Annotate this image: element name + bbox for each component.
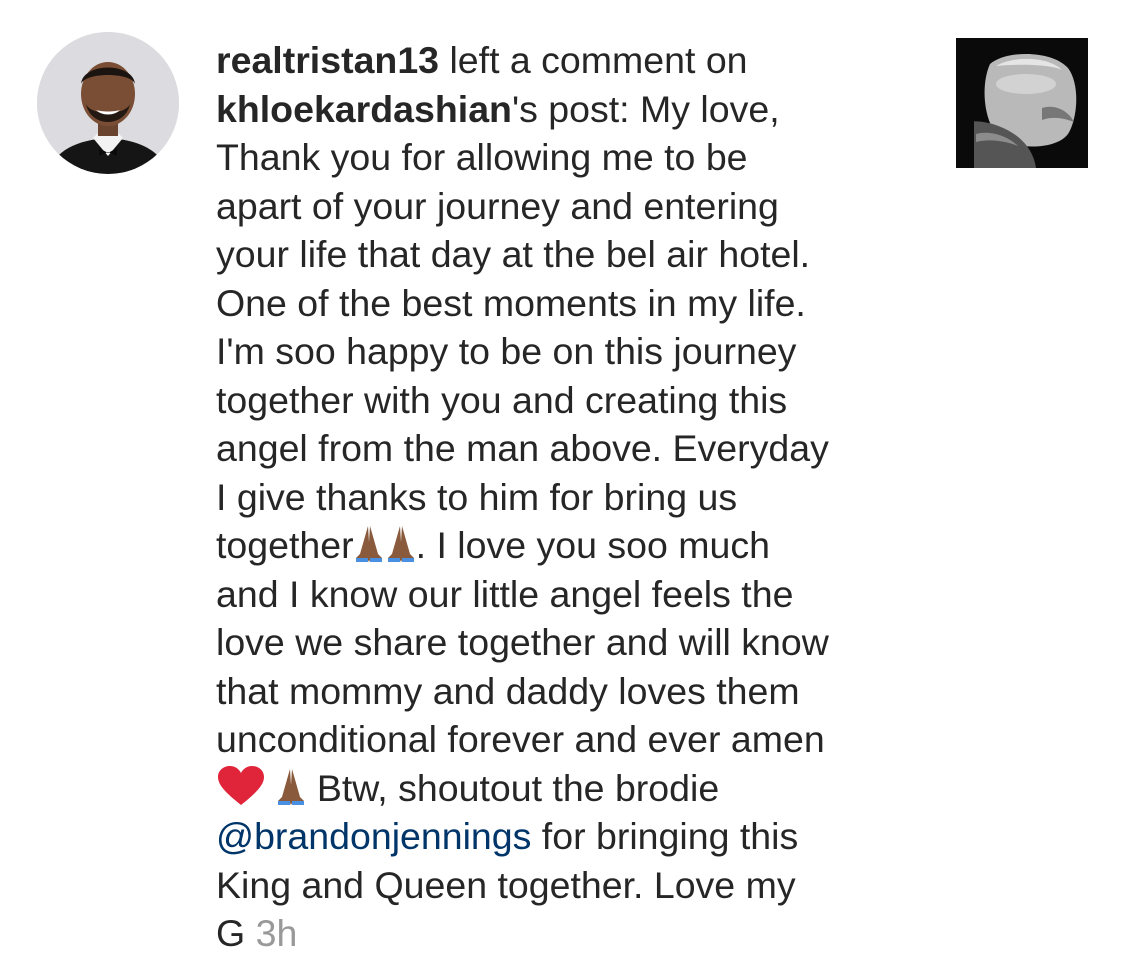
comment-line: One of the best moments in my life.	[216, 281, 806, 324]
comment-fragment: G	[216, 912, 246, 954]
comment-line: love we share together and will know	[216, 621, 829, 663]
folded-hands-icon	[276, 767, 306, 819]
comment-line: your life that day at the bel air hotel.	[216, 233, 811, 275]
red-heart-icon	[216, 765, 266, 819]
comment-text: realtristan13 left a comment on khloekar…	[216, 36, 928, 958]
comment-line: I give thanks to him for bring us	[216, 475, 738, 518]
mention-link[interactable]: @brandonjennings	[216, 815, 531, 857]
target-suffix: 's post: My love,	[511, 87, 780, 130]
comment-line: Thank you for allowing me to be	[216, 136, 748, 178]
action-text: left a comment on	[439, 39, 748, 81]
comment-line: King and Queen together. Love my	[216, 863, 796, 906]
comment-fragment: . I love you soo much	[415, 524, 770, 566]
comment-fragment: for bringing this	[531, 815, 799, 857]
comment-line: together with you and creating this	[216, 378, 788, 421]
post-thumbnail[interactable]	[956, 38, 1088, 168]
comment-fragment: together	[216, 524, 354, 566]
user-avatar[interactable]	[37, 32, 179, 174]
comment-line: apart of your journey and entering	[216, 184, 779, 227]
target-username[interactable]: khloekardashian	[216, 88, 512, 130]
comment-line: angel from the man above. Everyday	[216, 427, 829, 469]
comment-line: that mommy and daddy loves them	[216, 669, 800, 712]
comment-line: unconditional forever and ever amen	[216, 718, 825, 760]
actor-username[interactable]: realtristan13	[216, 39, 439, 81]
comment-line: and I know our little angel feels the	[216, 572, 794, 615]
comment-line: I'm soo happy to be on this journey	[216, 330, 797, 372]
timestamp: 3h	[255, 912, 298, 954]
folded-hands-icon	[354, 524, 416, 576]
comment-fragment: Btw, shoutout the brodie	[306, 766, 720, 809]
